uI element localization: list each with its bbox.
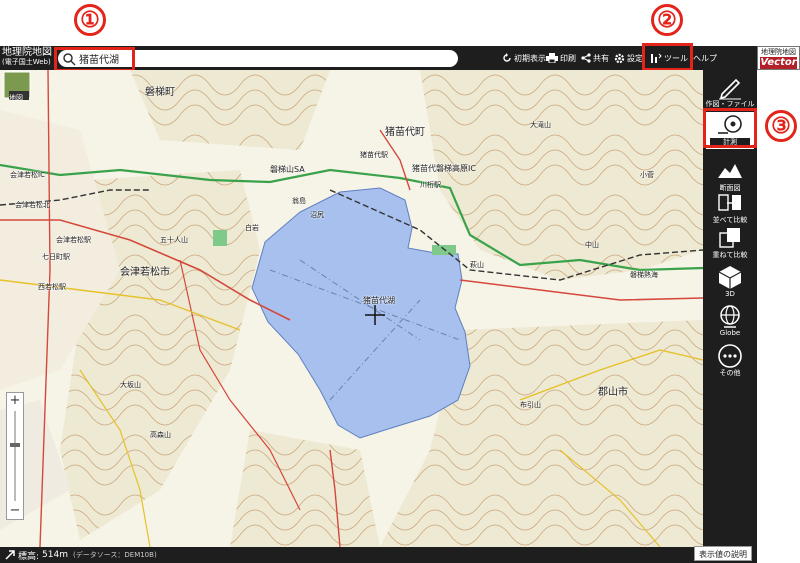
- share-button[interactable]: 共有: [581, 49, 609, 67]
- brand-line1: 地理院地図: [761, 48, 796, 56]
- zoom-in-button[interactable]: +: [7, 393, 23, 409]
- map-label: 猪苗代町: [385, 127, 425, 138]
- callout-2: ②: [651, 4, 683, 36]
- rail-label: 3D: [725, 290, 735, 298]
- reset-view-button[interactable]: 初期表示: [502, 49, 546, 67]
- callout-1: ①: [74, 4, 106, 36]
- rail-label: 並べて比較: [712, 216, 748, 224]
- rail-item-globe[interactable]: Globe: [703, 303, 757, 338]
- rail-item-draw-file[interactable]: 作図・ファイル: [703, 74, 757, 109]
- help-button[interactable]: ヘルプ: [693, 49, 717, 67]
- tools-highlight: [642, 43, 693, 71]
- map-label: 沼尻: [310, 211, 324, 219]
- map-label: 会津若松北: [15, 201, 50, 209]
- elevation-value: 514m: [42, 550, 68, 560]
- elevation-source: (データソース：DEM10B): [73, 551, 157, 559]
- map-canvas[interactable]: 地図 磐梯町 猪苗代町 会津若松市 郡山市 猪苗代湖 磐梯山SA 猪苗代磐梯高原…: [0, 70, 703, 547]
- measure-highlight: [703, 108, 757, 148]
- rail-item-overlay[interactable]: 重ねて比較: [703, 225, 757, 260]
- reset-view-label: 初期表示: [514, 53, 546, 63]
- map-label: 白岩: [245, 224, 259, 232]
- map-label: 会津若松IC: [10, 171, 45, 179]
- map-base-layer: [0, 70, 703, 547]
- map-label: 七日町駅: [42, 253, 70, 261]
- map-label: 川桁駅: [420, 181, 441, 189]
- map-label: 郡山市: [598, 387, 628, 398]
- compare-icon: [718, 194, 741, 211]
- map-layer-badge[interactable]: 地図: [9, 93, 23, 103]
- globe-icon: [720, 305, 740, 328]
- map-label: 中山: [585, 241, 599, 249]
- pencil-icon: [719, 78, 741, 100]
- zoom-track[interactable]: [14, 411, 16, 501]
- map-label: 猪苗代駅: [360, 151, 388, 159]
- map-label: 会津若松駅: [56, 236, 91, 244]
- help-label: ヘルプ: [693, 53, 717, 63]
- cube-icon: [718, 266, 742, 289]
- map-label: 磐梯山SA: [270, 165, 305, 174]
- map-label: 会津若松市: [120, 267, 170, 278]
- brand-badge[interactable]: 地理院地図 Vector: [757, 46, 800, 70]
- map-label: 西若松駅: [38, 283, 66, 291]
- app-logo[interactable]: 地理院地図 (電子国土Web): [2, 47, 58, 69]
- bottom-right-corner: [757, 547, 800, 563]
- rail-item-3d[interactable]: 3D: [703, 264, 757, 299]
- map-label: 大坂山: [120, 381, 141, 389]
- profile-icon: [718, 164, 742, 178]
- status-bar: 標高: 514m (データソース：DEM10B): [0, 547, 757, 563]
- zoom-slider-handle[interactable]: [10, 443, 20, 447]
- rail-label: 重ねて比較: [712, 251, 748, 259]
- map-label: 猪苗代磐梯高原IC: [412, 164, 476, 173]
- settings-button[interactable]: 設定: [614, 49, 643, 67]
- legend-button[interactable]: 表示値の説明: [694, 546, 752, 561]
- printer-icon: [546, 53, 558, 63]
- callout-3: ③: [765, 110, 797, 142]
- print-button[interactable]: 印刷: [546, 49, 576, 67]
- app-title: 地理院地図: [2, 47, 52, 58]
- rail-item-profile[interactable]: 断面図: [703, 158, 757, 193]
- zoom-control: + −: [6, 392, 24, 520]
- rail-item-side-by-side[interactable]: 並べて比較: [703, 190, 757, 225]
- zoom-out-button[interactable]: −: [7, 503, 23, 519]
- map-label: 磐梯町: [145, 87, 175, 98]
- elevation-label: 標高:: [18, 551, 40, 562]
- rail-label: Globe: [719, 329, 741, 337]
- map-label: 高森山: [150, 431, 171, 439]
- map-label: 翁島: [292, 197, 306, 205]
- more-icon: [718, 344, 742, 368]
- overlay-icon: [719, 228, 740, 248]
- rail-item-more[interactable]: その他: [703, 343, 757, 378]
- brand-vector: Vector: [760, 57, 797, 69]
- map-label: 萩山: [470, 261, 484, 269]
- search-highlight: [54, 47, 135, 72]
- share-icon: [581, 53, 591, 63]
- map-label: 小菅: [640, 171, 654, 179]
- map-label: 猪苗代湖: [363, 296, 395, 305]
- map-label: 大滝山: [530, 121, 551, 129]
- map-label: 布引山: [520, 401, 541, 409]
- app-subtitle: (電子国土Web): [2, 58, 51, 66]
- print-label: 印刷: [560, 53, 576, 63]
- refresh-icon: [503, 53, 511, 62]
- settings-label: 設定: [627, 53, 643, 63]
- map-label: 五十人山: [160, 236, 188, 244]
- gear-icon: [614, 53, 625, 63]
- arrow-icon: [5, 550, 15, 560]
- rail-label: その他: [719, 369, 741, 377]
- map-label: 磐梯熱海: [630, 271, 658, 279]
- share-label: 共有: [593, 53, 609, 63]
